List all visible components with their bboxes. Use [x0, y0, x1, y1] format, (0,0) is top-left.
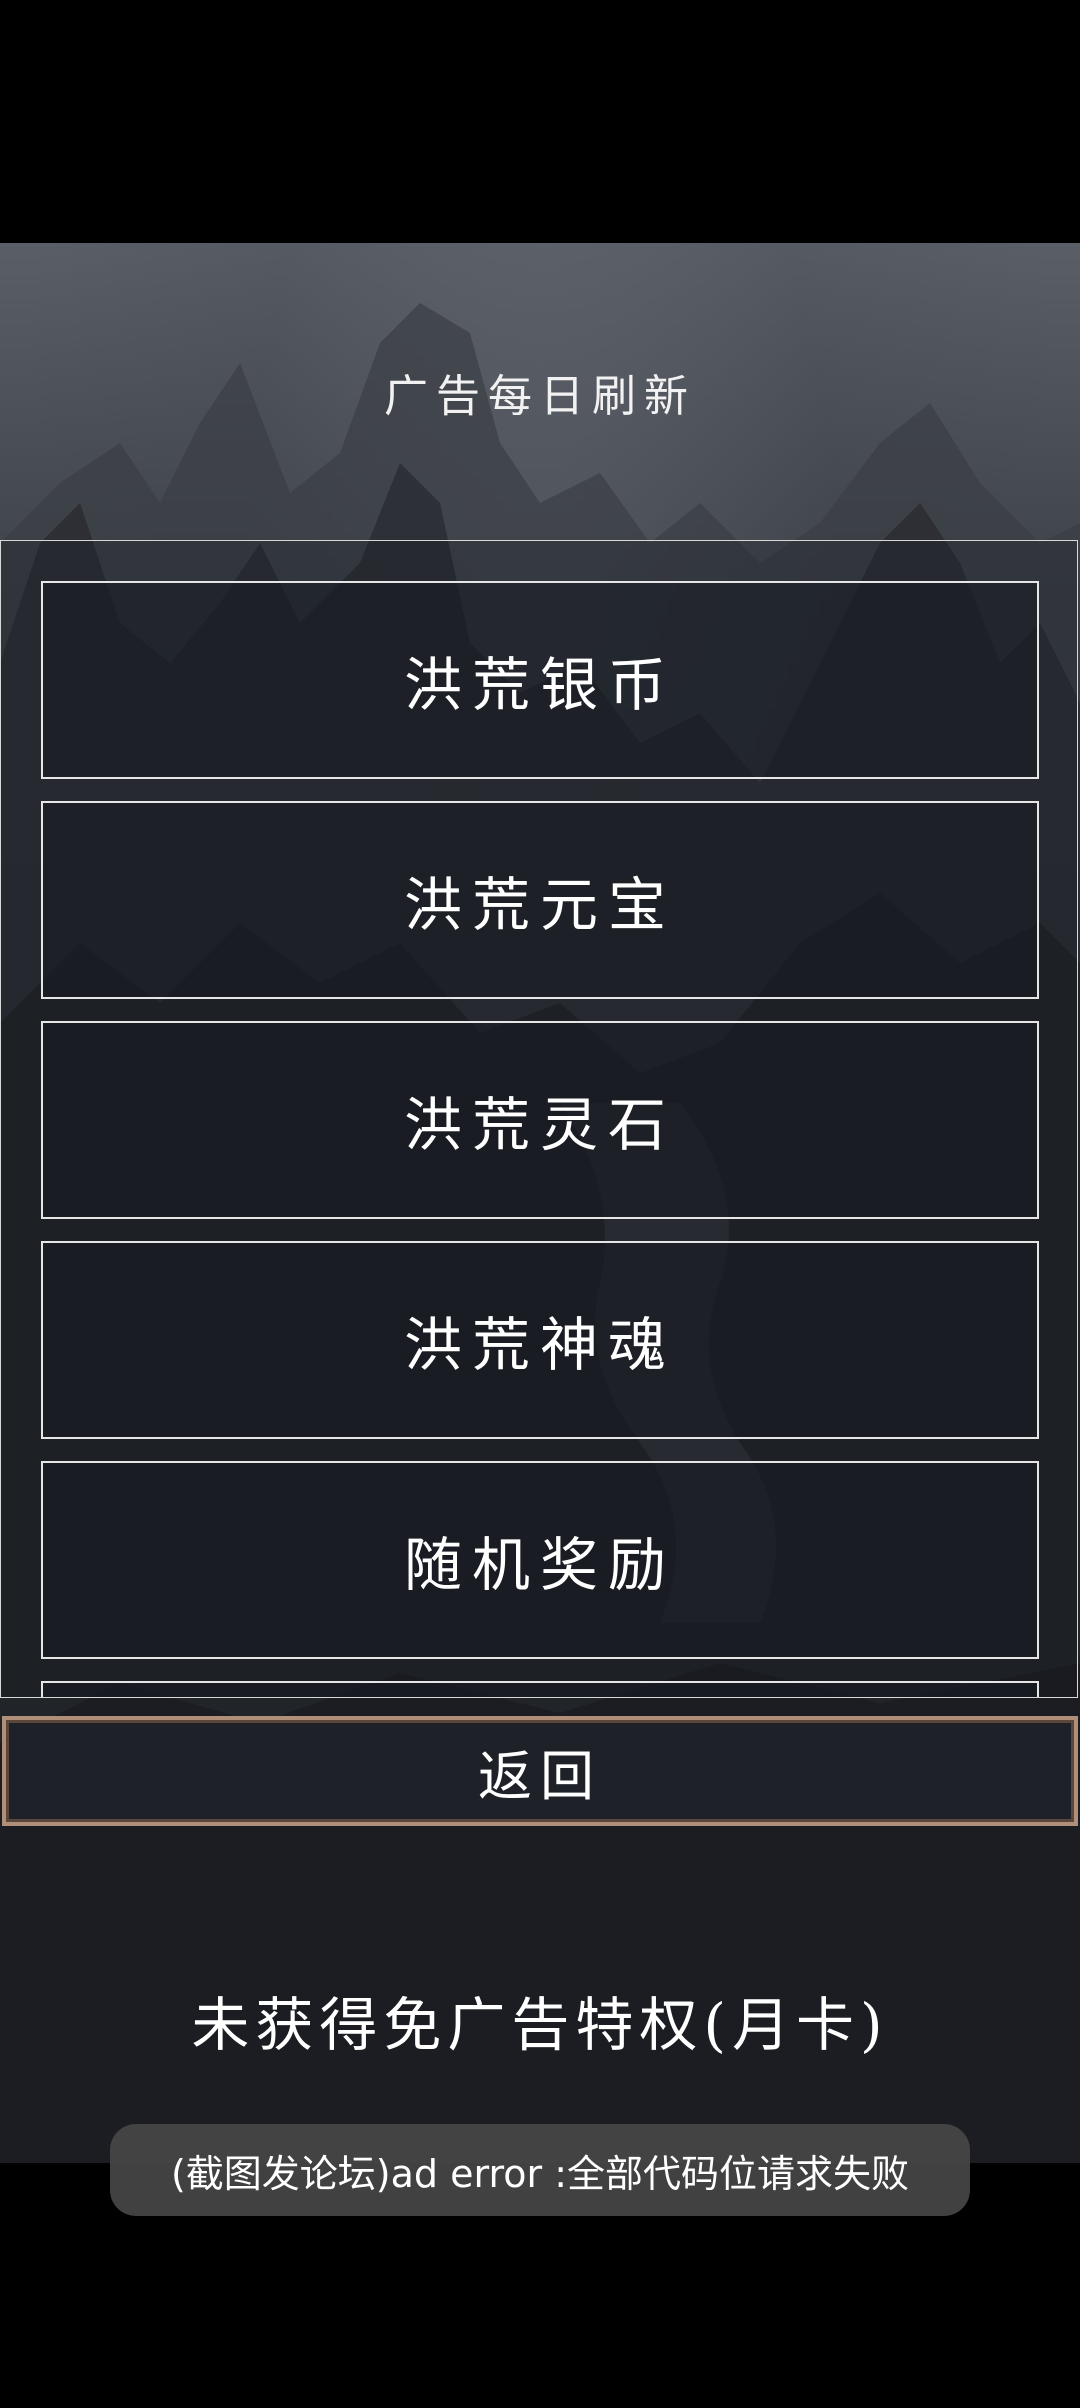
error-toast: (截图发论坛)ad error :全部代码位请求失败 — [110, 2124, 970, 2216]
ad-refresh-title: 广告每日刷新 — [384, 371, 696, 422]
return-button[interactable]: 返回 — [2, 1716, 1078, 1826]
reward-item-divine-soul[interactable]: 洪荒神魂 — [41, 1241, 1039, 1439]
reward-item-spirit-stone[interactable]: 洪荒灵石 — [41, 1021, 1039, 1219]
reward-item-random-reward[interactable]: 随机奖励 — [41, 1461, 1039, 1659]
reward-list-panel[interactable]: 洪荒银币 洪荒元宝 洪荒灵石 洪荒神魂 随机奖励 — [0, 540, 1078, 1698]
game-screen: 广告每日刷新 洪荒银币 洪荒元宝 洪荒灵石 洪荒神魂 随机奖励 返回 未获得免广… — [0, 0, 1080, 2408]
reward-item-partial[interactable] — [41, 1681, 1039, 1697]
ad-free-privilege-status: 未获得免广告特权(月卡) — [191, 1991, 889, 2059]
reward-item-gold-ingot[interactable]: 洪荒元宝 — [41, 801, 1039, 999]
reward-item-silver-coin[interactable]: 洪荒银币 — [41, 581, 1039, 779]
